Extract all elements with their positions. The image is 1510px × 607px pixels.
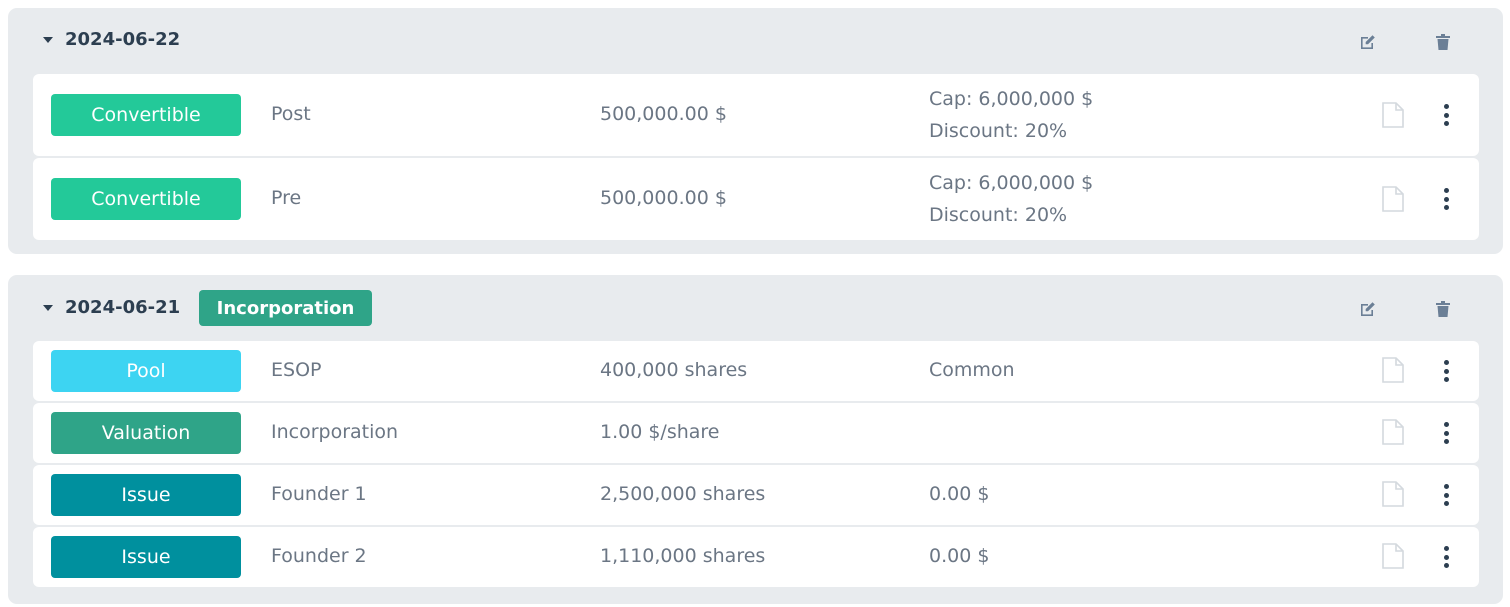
more-menu-icon[interactable] [1440,188,1452,210]
transaction-amount: 2,500,000 shares [600,483,766,505]
cap-detail: Cap: 6,000,000 $ [929,88,1094,110]
transaction-details: Cap: 6,000,000 $ Discount: 20% [929,83,1093,147]
transaction-name: Founder 1 [271,483,367,505]
transaction-detail: 0.00 $ [929,483,990,505]
group-date: 2024-06-21 [65,297,181,318]
discount-detail: Discount: 20% [929,204,1068,226]
transaction-name: Post [271,103,311,125]
more-menu-icon[interactable] [1440,360,1452,382]
group-header: 2024-06-21 Incorporation [8,275,1503,341]
event-badge: Incorporation [199,290,372,326]
type-tag: Convertible [51,94,241,136]
edit-icon[interactable] [1358,32,1378,52]
transaction-name: Founder 2 [271,545,367,567]
more-menu-icon[interactable] [1440,422,1452,444]
collapse-caret-icon[interactable] [43,37,53,43]
transaction-amount: 1.00 $/share [600,421,720,443]
cap-detail: Cap: 6,000,000 $ [929,172,1094,194]
trash-icon[interactable] [1433,32,1453,52]
group-header: 2024-06-22 [8,8,1503,72]
transaction-row[interactable]: Convertible Pre 500,000.00 $ Cap: 6,000,… [33,158,1479,240]
transaction-group: 2024-06-22 Convertible Post 500,000.00 $… [8,8,1503,254]
transaction-name: ESOP [271,359,322,381]
transaction-amount: 500,000.00 $ [600,187,727,209]
transaction-row[interactable]: Issue Founder 1 2,500,000 shares 0.00 $ [33,465,1479,525]
transaction-amount: 1,110,000 shares [600,545,766,567]
type-tag: Convertible [51,178,241,220]
transaction-row[interactable]: Convertible Post 500,000.00 $ Cap: 6,000… [33,74,1479,156]
transaction-detail: 0.00 $ [929,545,990,567]
type-tag: Pool [51,350,241,392]
collapse-caret-icon[interactable] [43,305,53,311]
transaction-details: Cap: 6,000,000 $ Discount: 20% [929,167,1093,231]
transaction-group: 2024-06-21 Incorporation Pool ESOP 400,0… [8,275,1503,604]
document-icon[interactable] [1382,543,1404,569]
transaction-amount: 500,000.00 $ [600,103,727,125]
transaction-row[interactable]: Valuation Incorporation 1.00 $/share [33,403,1479,463]
transaction-name: Incorporation [271,421,399,443]
transaction-name: Pre [271,187,302,209]
discount-detail: Discount: 20% [929,120,1068,142]
document-icon[interactable] [1382,357,1404,383]
transaction-amount: 400,000 shares [600,359,748,381]
more-menu-icon[interactable] [1440,546,1452,568]
trash-icon[interactable] [1433,299,1453,319]
type-tag: Valuation [51,412,241,454]
document-icon[interactable] [1382,419,1404,445]
document-icon[interactable] [1382,186,1404,212]
more-menu-icon[interactable] [1440,104,1452,126]
group-date: 2024-06-22 [65,29,181,50]
transaction-detail: Common [929,359,1015,381]
type-tag: Issue [51,474,241,516]
type-tag: Issue [51,536,241,578]
document-icon[interactable] [1382,481,1404,507]
transaction-row[interactable]: Pool ESOP 400,000 shares Common [33,341,1479,401]
more-menu-icon[interactable] [1440,484,1452,506]
transaction-row[interactable]: Issue Founder 2 1,110,000 shares 0.00 $ [33,527,1479,587]
edit-icon[interactable] [1358,299,1378,319]
document-icon[interactable] [1382,102,1404,128]
